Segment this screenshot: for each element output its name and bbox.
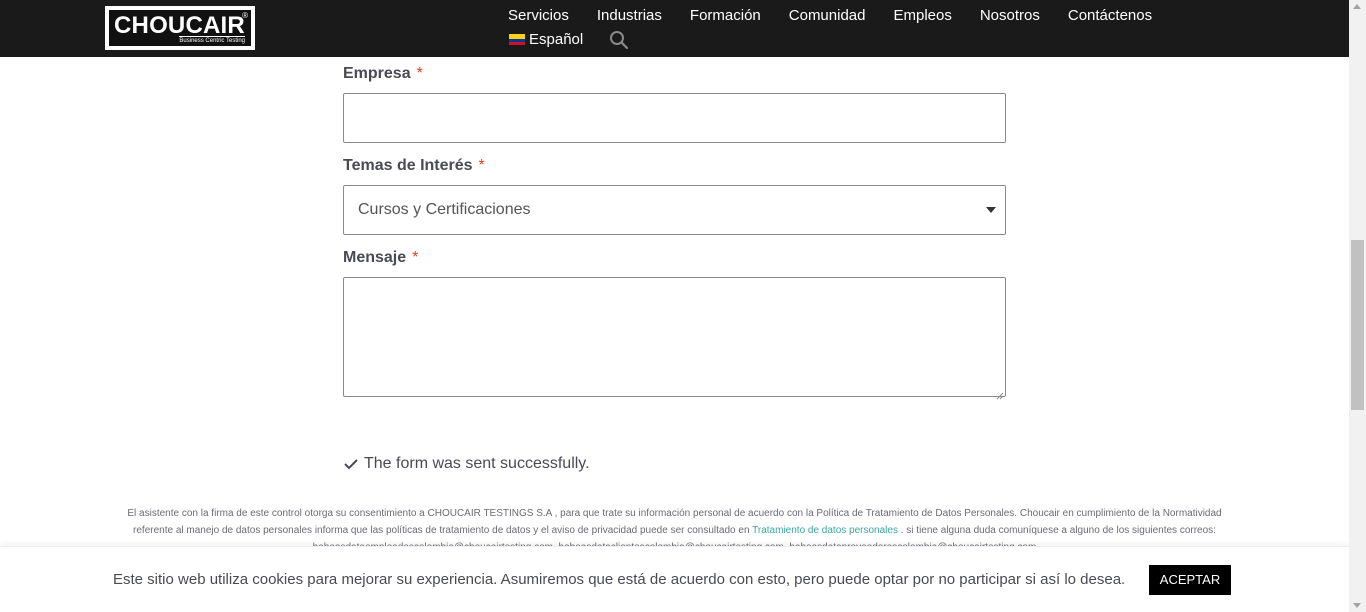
mensaje-label: Mensaje * (343, 249, 418, 267)
temas-selected-value: Cursos y Certificaciones (358, 201, 531, 218)
nav-item-contactenos[interactable]: Contáctenos (1068, 7, 1152, 27)
logo-background: CHOUCAIR ® Business Centric Testing (109, 10, 251, 46)
chevron-down-icon (986, 207, 996, 213)
site-header: CHOUCAIR ® Business Centric Testing Serv… (0, 0, 1349, 57)
scrollbar-thumb[interactable] (1351, 240, 1364, 410)
empresa-input[interactable] (343, 93, 1006, 143)
colombia-flag-icon (509, 34, 525, 45)
accept-cookies-button[interactable]: ACEPTAR (1149, 565, 1231, 595)
temas-label: Temas de Interés * (343, 157, 485, 175)
nav-item-industrias[interactable]: Industrias (597, 7, 662, 27)
checkmark-icon (343, 456, 359, 472)
required-marker: * (412, 249, 419, 266)
logo-registered-mark: ® (242, 11, 248, 20)
required-marker: * (478, 157, 485, 174)
empresa-label: Empresa * (343, 65, 423, 83)
cookie-banner: Este sitio web utiliza cookies para mejo… (0, 546, 1349, 612)
nav-item-formacion[interactable]: Formación (690, 7, 761, 27)
language-label: Español (529, 31, 584, 48)
success-text: The form was sent successfully. (364, 455, 590, 472)
resize-handle-icon[interactable] (996, 387, 1004, 400)
search-icon[interactable] (609, 30, 629, 50)
choucair-logo[interactable]: CHOUCAIR ® Business Centric Testing (105, 6, 255, 50)
nav-item-empleos[interactable]: Empleos (893, 7, 951, 27)
mensaje-label-text: Mensaje (343, 249, 407, 266)
temas-select[interactable]: Cursos y Certificaciones (343, 185, 1006, 235)
nav-item-nosotros[interactable]: Nosotros (980, 7, 1040, 27)
data-policy-link[interactable]: Tratamiento de datos personales (752, 525, 898, 536)
cookie-text: Este sitio web utiliza cookies para mejo… (113, 571, 1126, 588)
nav-item-servicios[interactable]: Servicios (508, 7, 569, 27)
page: CHOUCAIR ® Business Centric Testing Serv… (0, 0, 1366, 612)
logo-tagline: Business Centric Testing (179, 36, 245, 44)
form-success-message: The form was sent successfully. (343, 455, 590, 473)
mensaje-textarea[interactable] (343, 277, 1006, 400)
temas-label-text: Temas de Interés (343, 157, 473, 174)
empresa-label-text: Empresa (343, 65, 411, 82)
nav-item-comunidad[interactable]: Comunidad (789, 7, 866, 27)
required-marker: * (416, 65, 423, 82)
language-switcher[interactable]: Español (509, 31, 583, 48)
scroll-up-arrow-icon[interactable] (1353, 4, 1361, 9)
vertical-scrollbar[interactable] (1349, 0, 1366, 612)
main-nav: Servicios Industrias Formación Comunidad… (508, 7, 1180, 27)
scroll-down-arrow-icon[interactable] (1353, 603, 1361, 608)
